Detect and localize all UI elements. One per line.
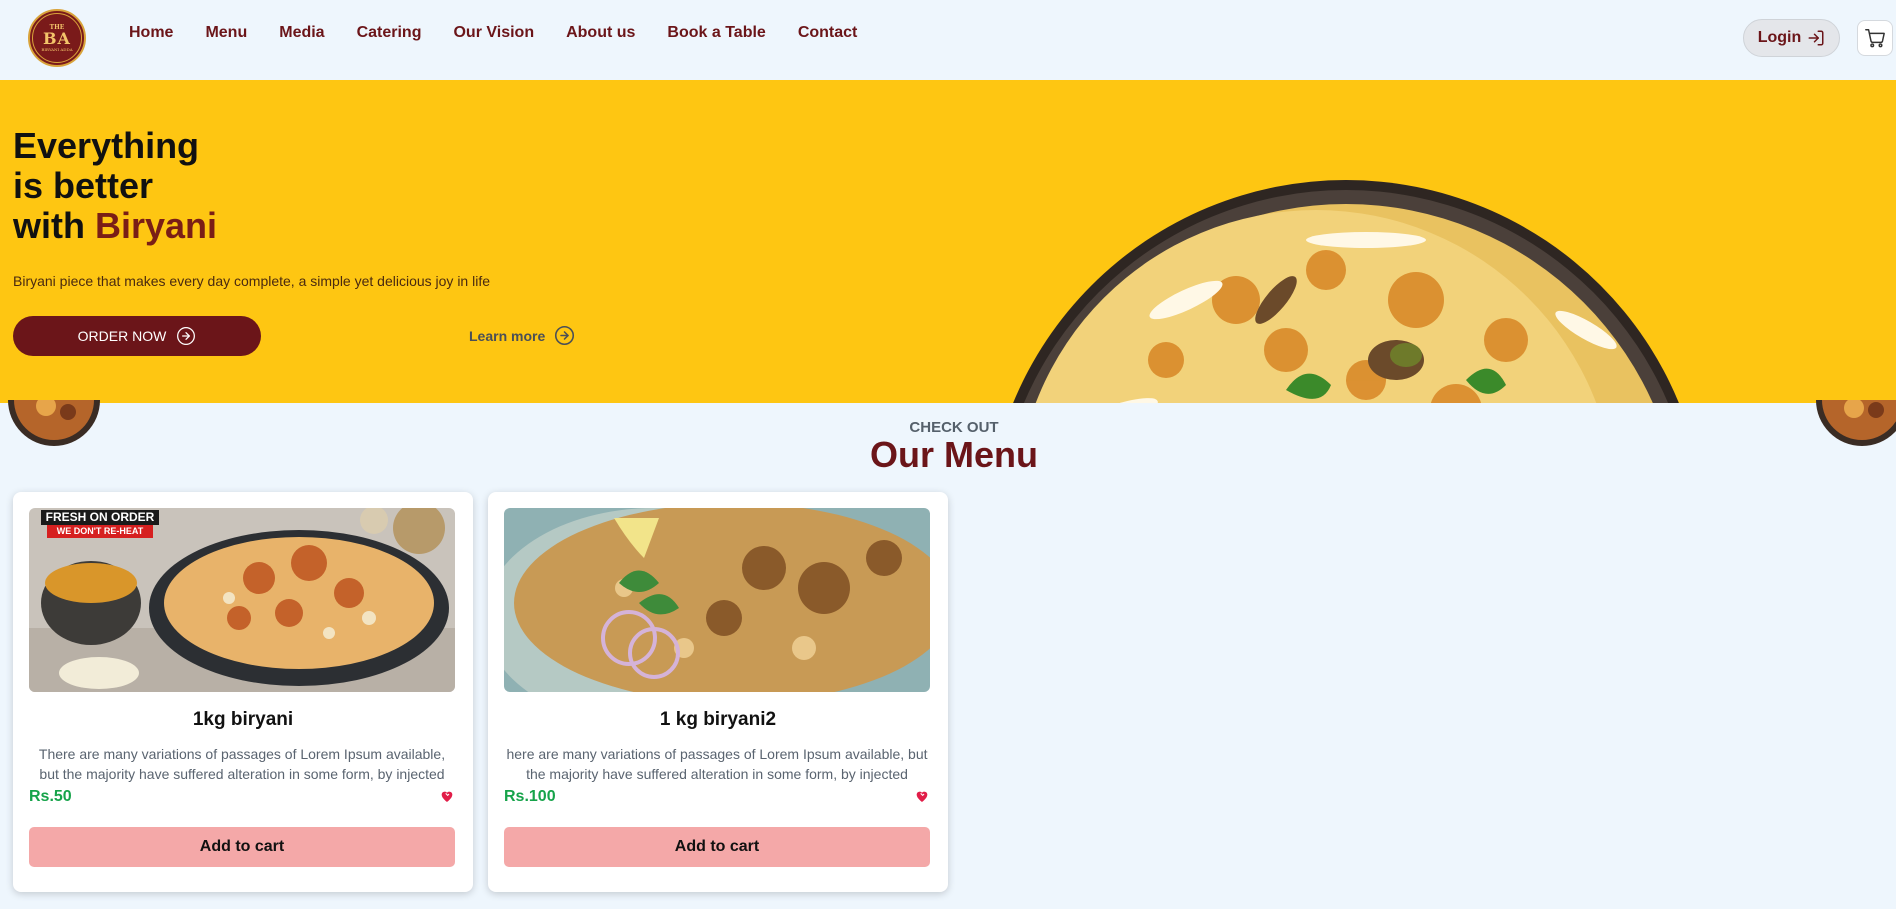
learn-more-link[interactable]: Learn more	[469, 325, 575, 346]
hero-title-line3: with	[13, 205, 85, 246]
menu-item-name: 1kg biryani	[192, 709, 294, 730]
add-to-cart-button[interactable]: Add to cart	[504, 827, 930, 867]
nav-link-home[interactable]: Home	[129, 24, 173, 42]
menu-item-description: here are many variations of passages of …	[506, 746, 928, 782]
nav-link-menu[interactable]: Menu	[205, 24, 247, 42]
hero-title-line2: is better	[13, 165, 154, 206]
cart-icon	[1865, 29, 1885, 48]
logo-text-bottom: BIRYANI ADDA	[41, 46, 73, 52]
brand-logo[interactable]: THE BA BIRYANI ADDA	[28, 9, 86, 67]
main-nav: Home Menu Media Catering Our Vision Abou…	[129, 24, 889, 42]
nav-link-contact[interactable]: Contact	[798, 24, 858, 42]
menu-title: Our Menu	[870, 434, 1038, 475]
menu-card-image: FRESH ON ORDER WE DON'T RE-HEAT	[29, 508, 455, 692]
nav-link-about-us[interactable]: About us	[566, 24, 635, 42]
logo-text-mid: BA	[43, 28, 71, 48]
favorite-heart-icon[interactable]	[439, 788, 455, 809]
badge-bottom-text: WE DON'T RE-HEAT	[47, 525, 153, 538]
navbar: THE BA BIRYANI ADDA Home Menu Media Cate…	[0, 0, 1896, 80]
menu-card: 1 kg biryani2 here are many variations o…	[488, 492, 948, 892]
menu-item-description: There are many variations of passages of…	[38, 746, 446, 782]
hero-title-accent: Biryani	[94, 205, 218, 246]
menu-card: FRESH ON ORDER WE DON'T RE-HEAT 1kg biry…	[13, 492, 473, 892]
nav-link-our-vision[interactable]: Our Vision	[453, 24, 534, 42]
login-label: Login	[1757, 29, 1802, 46]
nav-link-catering[interactable]: Catering	[357, 24, 422, 42]
logo-emblem: THE BA BIRYANI ADDA	[32, 13, 82, 63]
hero-title-line1: Everything	[13, 125, 200, 166]
cart-button[interactable]	[1857, 20, 1893, 56]
menu-item-name: 1 kg biryani2	[659, 709, 777, 730]
hero-title: Everything is better with Biryani	[13, 126, 217, 246]
nav-link-media[interactable]: Media	[279, 24, 324, 42]
menu-card-image	[504, 508, 930, 692]
arrow-circle-right-icon	[555, 325, 575, 346]
arrow-circle-right-icon	[177, 327, 196, 345]
menu-item-price: Rs.100	[504, 788, 556, 805]
order-now-button[interactable]: ORDER NOW	[13, 316, 261, 356]
fresh-on-order-badge: FRESH ON ORDER WE DON'T RE-HEAT	[41, 510, 159, 540]
login-button[interactable]: Login	[1743, 19, 1840, 57]
login-arrow-icon	[1808, 30, 1824, 46]
biryani-photo	[504, 508, 930, 692]
badge-top-text: FRESH ON ORDER	[41, 510, 159, 525]
learn-more-label: Learn more	[469, 327, 546, 344]
nav-link-book-table[interactable]: Book a Table	[667, 24, 765, 42]
order-now-label: ORDER NOW	[77, 328, 167, 344]
hero-banner: Everything is better with Biryani Biryani…	[0, 80, 1896, 403]
hero-subtitle: Biryani piece that makes every day compl…	[13, 273, 490, 289]
biryani-bowl-image	[1013, 180, 1679, 403]
favorite-heart-icon[interactable]	[914, 788, 930, 809]
menu-item-price: Rs.50	[29, 788, 72, 805]
add-to-cart-button[interactable]: Add to cart	[29, 827, 455, 867]
